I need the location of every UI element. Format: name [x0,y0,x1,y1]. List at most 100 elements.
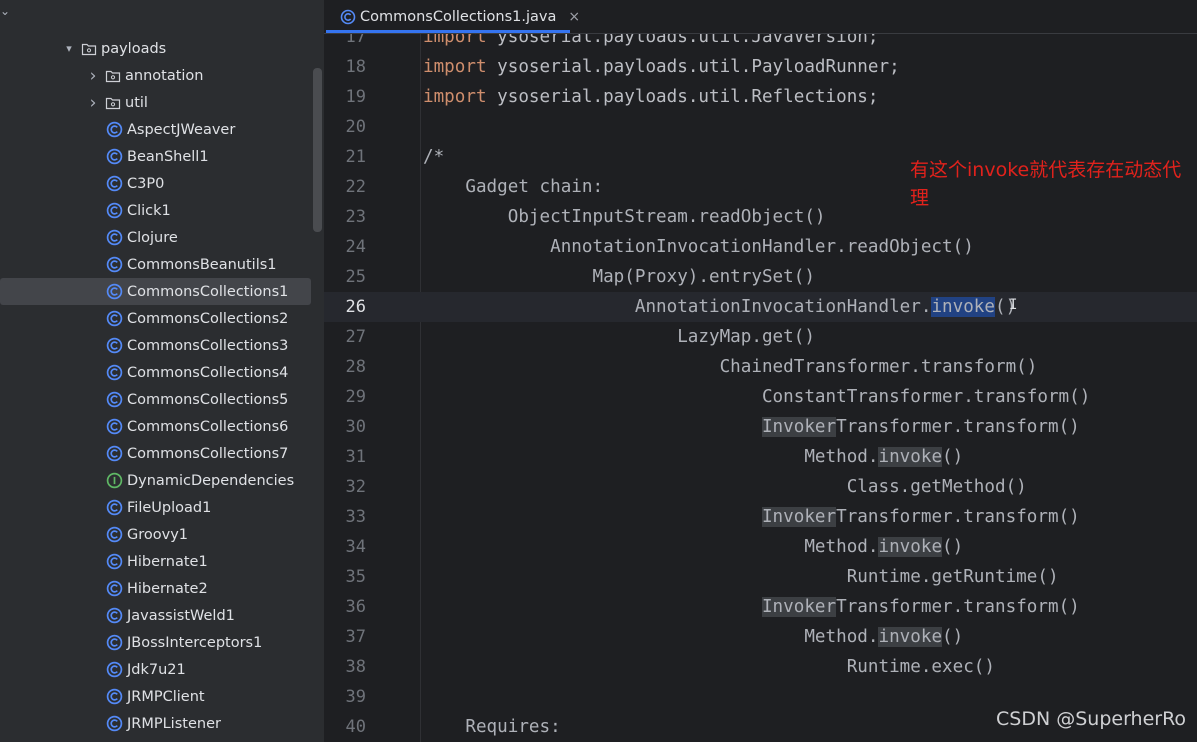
tree-item[interactable]: JBossInterceptors1 [0,629,311,656]
java-class-icon [106,256,123,273]
code-line: 20 [324,112,1197,142]
tree-item[interactable]: ▾ payloads [0,35,311,62]
tree-item[interactable]: CommonsCollections7 [0,440,311,467]
code-text: InvokerTransformer.transform() [423,502,1080,532]
code-line: 25 Map(Proxy).entrySet() [324,262,1197,292]
java-class-icon [106,229,123,246]
chevron-down-icon[interactable]: ⌄ [0,4,10,18]
tree-item-label: Jdk7u21 [127,661,186,678]
java-class-icon [106,364,123,381]
close-icon[interactable]: × [568,9,580,25]
tree-item[interactable]: JRMPListener [0,710,311,737]
java-class-icon [106,661,123,678]
line-number: 26 [345,297,366,317]
code-text: import ysoserial.payloads.util.JavaVersi… [423,34,878,52]
code-text: ObjectInputStream.readObject() [423,207,826,227]
tree-item-label: CommonsCollections2 [127,310,289,327]
java-class-icon [106,175,123,192]
tree-item[interactable]: Jdk7u21 [0,656,311,683]
tree-item[interactable]: JavassistWeld1 [0,602,311,629]
search-highlight: invoke [878,537,943,557]
code-text: AnnotationInvocationHandler.readObject() [423,237,974,257]
line-number: 38 [345,657,366,677]
java-class-icon [106,337,123,354]
code-line: 27 LazyMap.get() [324,322,1197,352]
tree-item[interactable]: Hibernate1 [0,548,311,575]
line-number: 37 [345,627,366,647]
tree-item[interactable]: AspectJWeaver [0,116,311,143]
active-tab-indicator [326,30,570,33]
tree-scrollbar[interactable] [313,68,322,232]
java-interface-icon [106,472,123,489]
tree-item[interactable]: BeanShell1 [0,143,311,170]
tree-item[interactable]: C3P0 [0,170,311,197]
tree-item[interactable]: Groovy1 [0,521,311,548]
tree-item-label: Clojure [127,229,178,246]
tab-commonscollections1[interactable]: CommonsCollections1.java × [324,0,580,34]
tree-item[interactable]: CommonsCollections6 [0,413,311,440]
tree-item-label: Click1 [127,202,171,219]
code-segment: Method. [423,447,879,467]
tree-item[interactable]: Click1 [0,197,311,224]
tree-item[interactable]: CommonsCollections4 [0,359,311,386]
tree-item-label: util [125,94,148,111]
code-line: 17 import ysoserial.payloads.util.JavaVer… [324,34,1197,52]
line-number: 17 [345,34,366,47]
keyword-token: import [423,87,487,107]
tree-item-label: CommonsCollections5 [127,391,289,408]
tree-item[interactable]: Clojure [0,224,311,251]
chevron-right-icon[interactable]: › [86,66,100,86]
line-number: 25 [345,267,366,287]
chevron-down-icon[interactable]: ▾ [62,42,76,56]
tree-item-label: CommonsCollections3 [127,337,289,354]
code-text: Map(Proxy).entrySet() [423,267,815,287]
tree-item-label: Hibernate2 [127,580,208,597]
annotation-note: 有这个invoke就代表存在动态代理 [910,159,1182,209]
tree-item-label: payloads [101,40,167,57]
java-class-icon [106,283,123,300]
tree-item[interactable]: DynamicDependencies [0,467,311,494]
search-highlight: invoke [878,447,943,467]
code-line: 29 ConstantTransformer.transform() [324,382,1197,412]
text-cursor-icon: I [1009,297,1018,313]
project-tree: ⌄ ▾ payloads › annotation › util AspectJWeaver… [0,0,324,742]
tree-item-label: CommonsCollections1 [127,283,289,300]
java-class-icon [106,553,123,570]
tree-item-label: CommonsBeanutils1 [127,256,277,273]
tree-item[interactable]: CommonsCollections5 [0,386,311,413]
line-number: 39 [345,687,366,707]
code-text: LazyMap.get() [423,327,815,347]
line-number: 27 [345,327,366,347]
code-line: 35 Runtime.getRuntime() [324,562,1197,592]
line-number: 22 [345,177,366,197]
java-class-icon [106,607,123,624]
code-text: Requires: [423,717,561,737]
tree-item-label: FileUpload1 [127,499,212,516]
tree-item[interactable]: CommonsCollections2 [0,305,311,332]
chevron-right-icon[interactable]: › [86,93,100,113]
java-class-icon [106,310,123,327]
tree-item[interactable]: FileUpload1 [0,494,311,521]
java-class-icon [106,418,123,435]
code-line: 32 Class.getMethod() [324,472,1197,502]
line-number: 29 [345,387,366,407]
java-class-icon [106,526,123,543]
tree-item[interactable]: CommonsCollections1 [0,278,311,305]
tree-item-label: DynamicDependencies [127,472,295,489]
java-class-icon [106,445,123,462]
code-line: 28 ChainedTransformer.transform() [324,352,1197,382]
code-editor[interactable]: 17 import ysoserial.payloads.util.JavaVer… [324,34,1197,742]
tree-item-label: Groovy1 [127,526,189,543]
tree-item[interactable]: CommonsCollections3 [0,332,311,359]
code-segment: Transformer.transform() [836,507,1080,527]
tree-item[interactable]: › util [0,89,311,116]
tree-item-label: C3P0 [127,175,165,192]
tree-item[interactable]: Hibernate2 [0,575,311,602]
tree-item[interactable]: CommonsBeanutils1 [0,251,311,278]
tree-item[interactable]: › annotation [0,62,311,89]
tree-item[interactable]: JRMPClient [0,683,311,710]
code-line: 38 Runtime.exec() [324,652,1197,682]
code-segment: ysoserial.payloads.util.PayloadRunner; [486,57,900,77]
